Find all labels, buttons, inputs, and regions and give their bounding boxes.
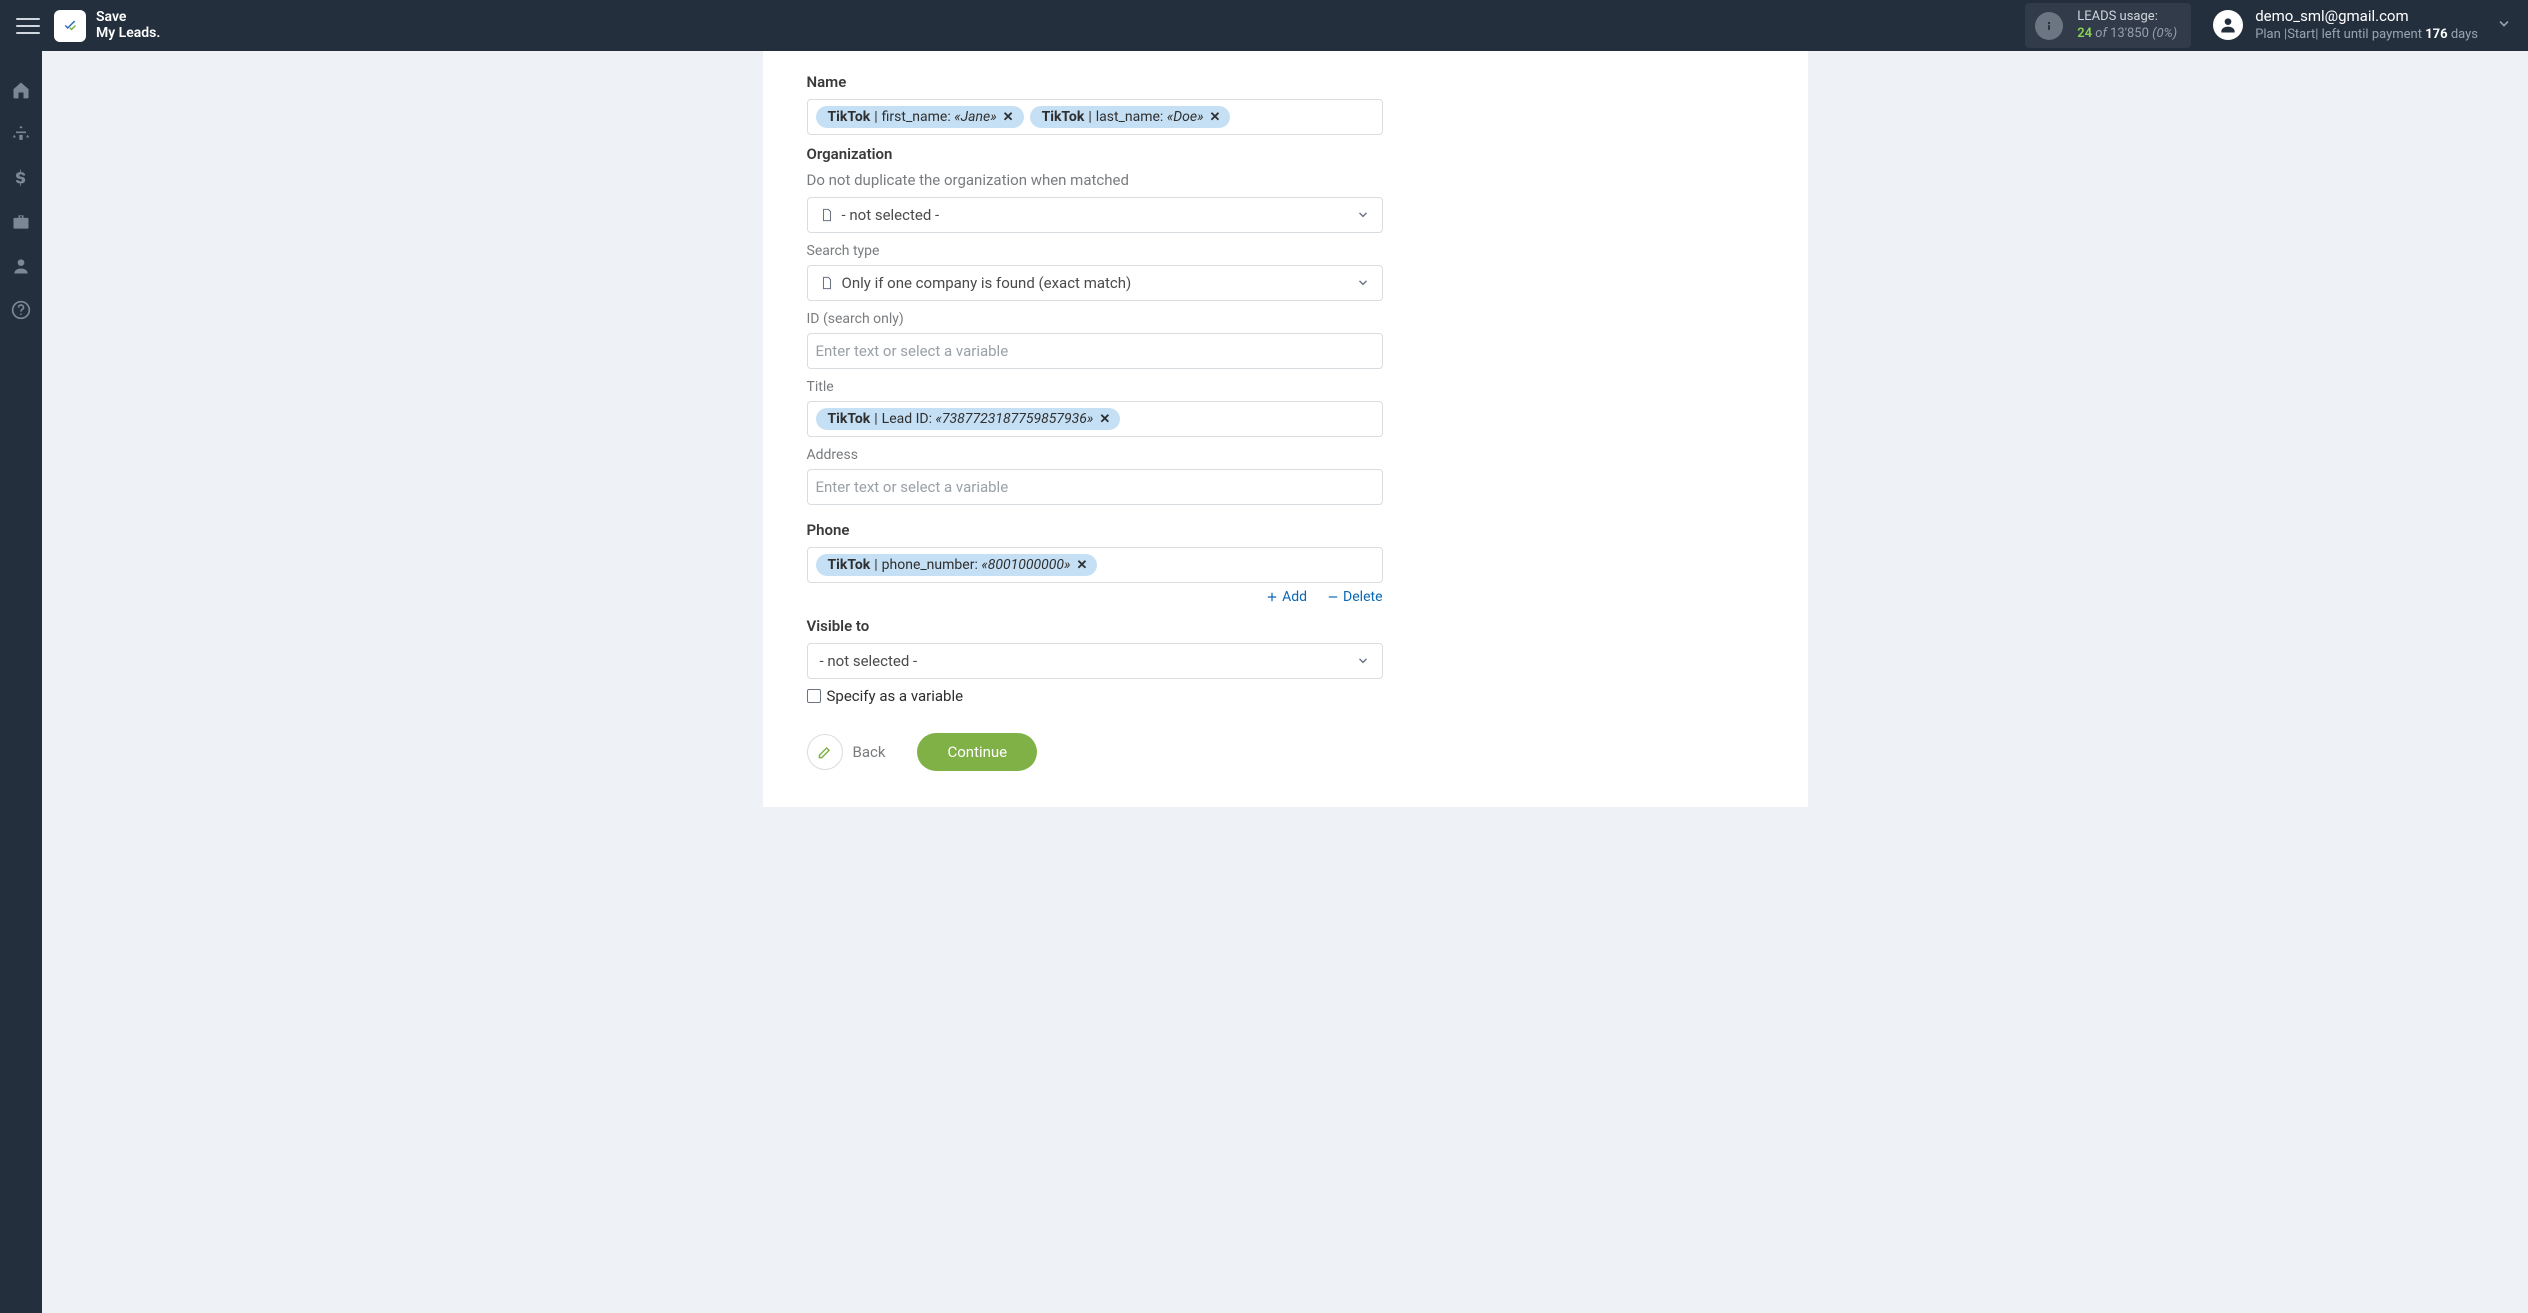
field-visible-to: Visible to - not selected - Specify as a… [807, 617, 1764, 705]
chevron-down-icon[interactable] [2496, 16, 2512, 36]
phone-delete-button[interactable]: Delete [1327, 589, 1382, 605]
search-type-select[interactable]: Only if one company is found (exact matc… [807, 265, 1383, 301]
id-search-label: ID (search only) [807, 311, 1764, 327]
brand-name: Save My Leads. [96, 10, 160, 41]
leads-usage-label: LEADS usage: [2077, 9, 2177, 26]
briefcase-icon[interactable] [10, 211, 32, 233]
billing-icon[interactable] [10, 167, 32, 189]
name-label: Name [807, 73, 1764, 91]
tag-lead-id[interactable]: TikTok| Lead ID: «7387723187759857936» ✕ [816, 408, 1121, 430]
continue-button[interactable]: Continue [917, 733, 1037, 771]
leads-usage-values: 24 of 13'850 (0%) [2077, 26, 2177, 43]
address-input[interactable]: Enter text or select a variable [807, 469, 1383, 505]
info-icon [2035, 12, 2063, 40]
field-name: Name TikTok| first_name: «Jane» ✕ TikTok… [807, 73, 1764, 135]
title-label: Title [807, 379, 1764, 395]
title-input[interactable]: TikTok| Lead ID: «7387723187759857936» ✕ [807, 401, 1383, 437]
phone-input[interactable]: TikTok| phone_number: «8001000000» ✕ [807, 547, 1383, 583]
home-icon[interactable] [10, 79, 32, 101]
field-organization: Organization Do not duplicate the organi… [807, 145, 1764, 505]
name-input[interactable]: TikTok| first_name: «Jane» ✕ TikTok| las… [807, 99, 1383, 135]
organization-select[interactable]: - not selected - [807, 197, 1383, 233]
avatar-icon [2213, 10, 2243, 40]
remove-tag-icon[interactable]: ✕ [1003, 110, 1014, 125]
phone-add-button[interactable]: Add [1266, 589, 1307, 605]
app-header: Save My Leads. LEADS usage: 24 of 13'850… [0, 0, 2528, 51]
phone-label: Phone [807, 521, 1764, 539]
connections-icon[interactable] [10, 123, 32, 145]
user-email: demo_sml@gmail.com [2255, 7, 2478, 27]
back-button[interactable]: Back [807, 734, 886, 770]
id-search-input[interactable]: Enter text or select a variable [807, 333, 1383, 369]
visible-to-select[interactable]: - not selected - [807, 643, 1383, 679]
tag-phone[interactable]: TikTok| phone_number: «8001000000» ✕ [816, 554, 1098, 576]
pencil-icon [807, 734, 843, 770]
remove-tag-icon[interactable]: ✕ [1077, 558, 1088, 573]
brand-logo[interactable] [54, 10, 86, 42]
organization-label: Organization [807, 145, 1764, 163]
specify-variable-label: Specify as a variable [827, 687, 964, 705]
sidebar [0, 51, 42, 1313]
field-phone: Phone TikTok| phone_number: «8001000000»… [807, 521, 1764, 605]
tag-first-name[interactable]: TikTok| first_name: «Jane» ✕ [816, 106, 1024, 128]
specify-variable-checkbox[interactable] [807, 689, 821, 703]
leads-usage-widget[interactable]: LEADS usage: 24 of 13'850 (0%) [2025, 3, 2191, 49]
menu-toggle-icon[interactable] [16, 14, 40, 38]
profile-icon[interactable] [10, 255, 32, 277]
tag-last-name[interactable]: TikTok| last_name: «Doe» ✕ [1030, 106, 1231, 128]
organization-sublabel: Do not duplicate the organization when m… [807, 171, 1764, 189]
form-panel: Name TikTok| first_name: «Jane» ✕ TikTok… [763, 51, 1808, 807]
visible-to-label: Visible to [807, 617, 1764, 635]
search-type-label: Search type [807, 243, 1764, 259]
remove-tag-icon[interactable]: ✕ [1099, 412, 1110, 427]
user-plan: Plan |Start| left until payment 176 days [2255, 27, 2478, 44]
main-region: Name TikTok| first_name: «Jane» ✕ TikTok… [42, 51, 2528, 807]
remove-tag-icon[interactable]: ✕ [1210, 110, 1221, 125]
help-icon[interactable] [10, 299, 32, 321]
address-label: Address [807, 447, 1764, 463]
user-menu[interactable]: demo_sml@gmail.com Plan |Start| left unt… [2213, 7, 2478, 43]
